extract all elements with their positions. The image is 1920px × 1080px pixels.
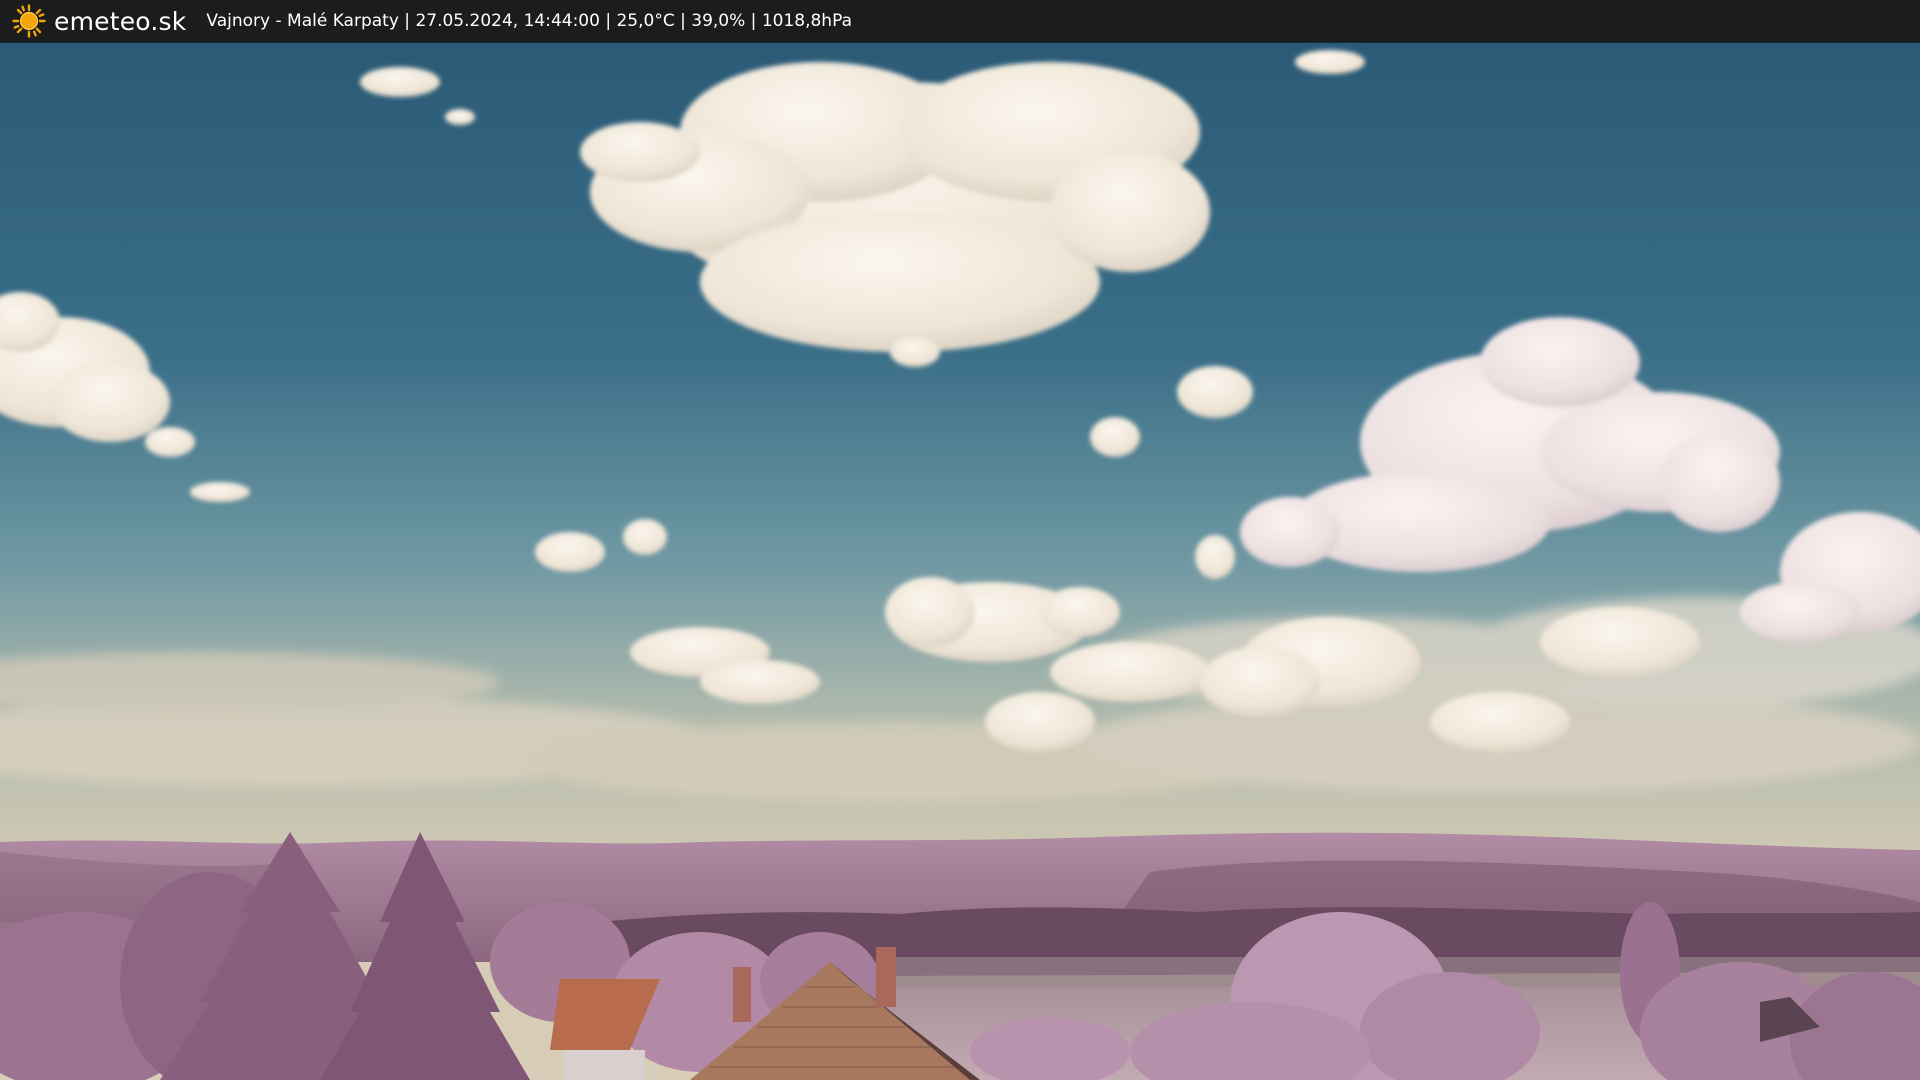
- brand-logo[interactable]: emeteo.sk: [12, 4, 186, 38]
- separator: |: [745, 11, 762, 31]
- sun-icon: [12, 4, 46, 38]
- weather-status: Vajnory - Malé Karpaty | 27.05.2024, 14:…: [206, 11, 852, 31]
- top-status-bar: emeteo.sk Vajnory - Malé Karpaty | 27.05…: [0, 0, 1920, 42]
- brand-name: emeteo.sk: [54, 6, 187, 36]
- pressure-value: 1018,8hPa: [761, 11, 852, 31]
- humidity-value: 39,0%: [691, 11, 746, 31]
- webcam-image: [0, 42, 1920, 1080]
- webcam-scene: [0, 42, 1920, 1080]
- separator: |: [599, 11, 617, 31]
- separator: |: [398, 11, 416, 31]
- separator: |: [674, 11, 692, 31]
- datetime-label: 27.05.2024, 14:44:00: [415, 11, 600, 31]
- location-label: Vajnory - Malé Karpaty: [206, 11, 399, 31]
- temperature-value: 25,0°C: [616, 11, 675, 31]
